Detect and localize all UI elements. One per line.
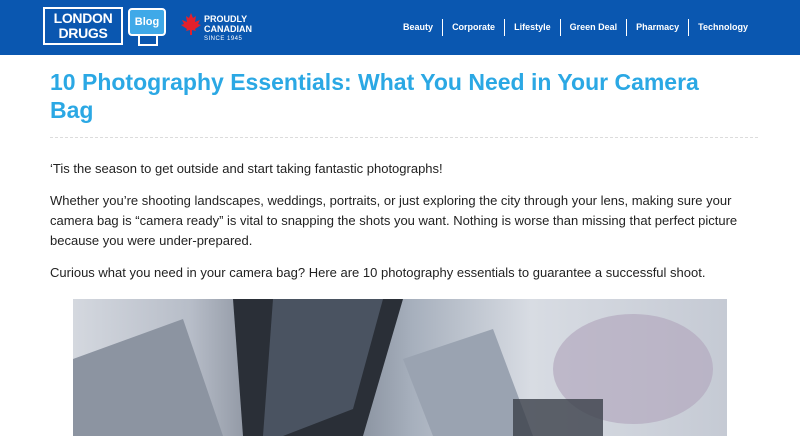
nav-item-technology[interactable]: Technology xyxy=(689,19,748,36)
main-nav: Beauty Corporate Lifestyle Green Deal Ph… xyxy=(403,19,748,36)
hero-image xyxy=(73,299,727,436)
nav-item-beauty[interactable]: Beauty xyxy=(403,19,444,36)
nav-item-pharmacy[interactable]: Pharmacy xyxy=(627,19,690,36)
article-paragraph: ‘Tis the season to get outside and start… xyxy=(50,161,443,176)
proudly-canadian: PROUDLY CANADIAN SINCE 1945 xyxy=(204,14,252,44)
article-paragraph: Curious what you need in your camera bag… xyxy=(50,265,706,280)
nav-item-corporate[interactable]: Corporate xyxy=(443,19,506,36)
title-divider xyxy=(50,137,758,138)
proudly-line2: CANADIAN xyxy=(204,24,252,34)
camera-photo xyxy=(73,299,713,436)
blog-badge[interactable]: Blog xyxy=(128,8,166,36)
maple-leaf-icon xyxy=(181,13,201,35)
article-title: 10 Photography Essentials: What You Need… xyxy=(50,69,699,123)
logo-line1: LONDON xyxy=(53,10,113,26)
london-drugs-logo[interactable]: LONDON DRUGS xyxy=(43,7,123,45)
site-header: LONDON DRUGS Blog PROUDLY CANADIAN SINCE… xyxy=(0,0,800,55)
nav-item-lifestyle[interactable]: Lifestyle xyxy=(505,19,561,36)
nav-item-green-deal[interactable]: Green Deal xyxy=(561,19,628,36)
logo-line2: DRUGS xyxy=(58,25,108,41)
article-content: 10 Photography Essentials: What You Need… xyxy=(50,68,760,295)
proudly-line3: SINCE 1945 xyxy=(204,36,243,42)
proudly-line1: PROUDLY xyxy=(204,14,248,24)
article-paragraph: Whether you’re shooting landscapes, wedd… xyxy=(50,193,738,248)
